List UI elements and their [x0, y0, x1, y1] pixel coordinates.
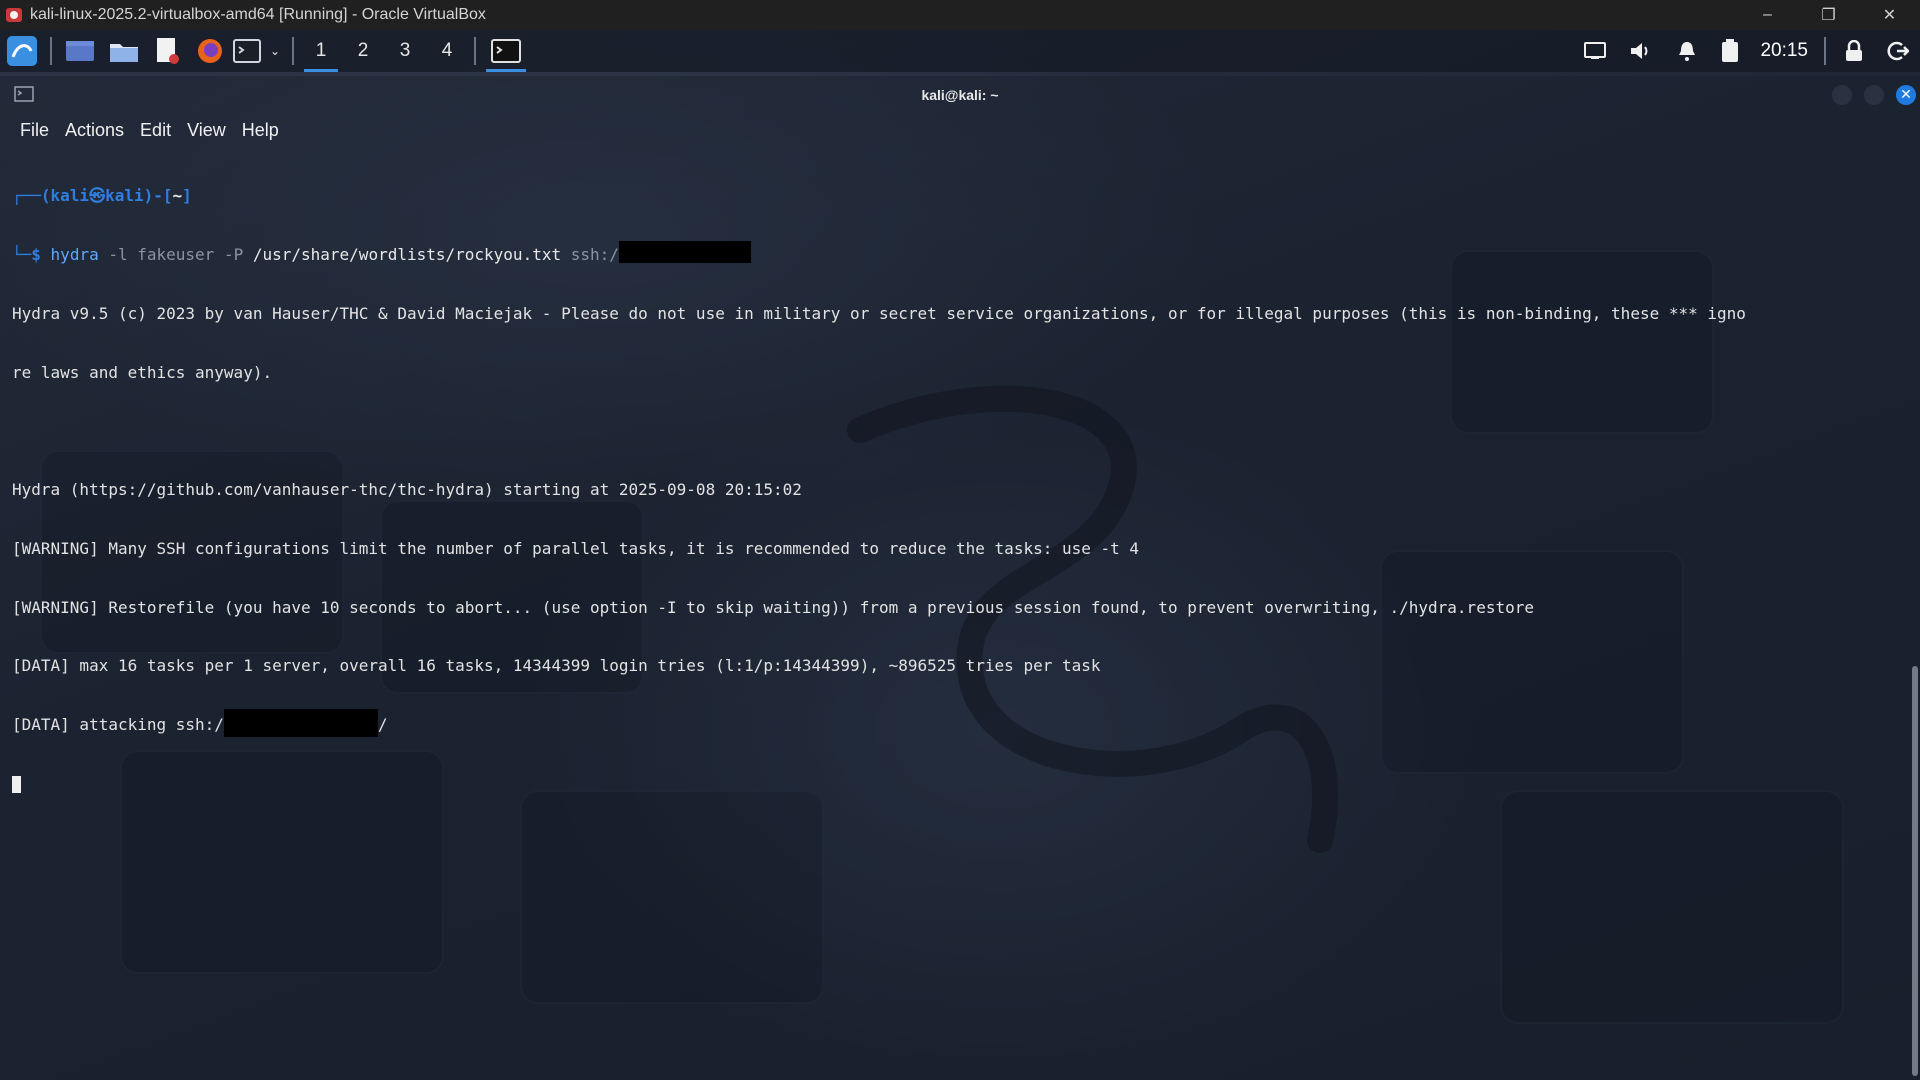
close-window-button[interactable]: ✕	[1896, 85, 1916, 105]
volume-icon[interactable]	[1618, 30, 1664, 72]
command-path: /usr/share/wordlists/rockyou.txt	[252, 244, 562, 264]
command-args: -l fakeuser -P	[98, 244, 253, 264]
menu-edit[interactable]: Edit	[132, 120, 179, 141]
panel-separator	[1824, 37, 1826, 65]
terminal-task-icon[interactable]	[482, 30, 530, 72]
chevron-down-icon[interactable]: ⌄	[264, 30, 286, 72]
minimize-window-button[interactable]	[1832, 85, 1852, 105]
redacted-target	[618, 240, 751, 263]
terminal-window[interactable]: kali@kali: ~ ✕ File Actions Edit View He…	[0, 76, 1920, 1080]
system-tray: 20:15	[1572, 30, 1920, 72]
output-line: [WARNING] Restorefile (you have 10 secon…	[12, 597, 1534, 617]
workspace-4[interactable]: 4	[426, 30, 468, 72]
firefox-icon[interactable]	[190, 30, 230, 72]
prompt-cwd: ~	[172, 186, 183, 206]
host-titlebar: kali-linux-2025.2-virtualbox-amd64 [Runn…	[0, 0, 1920, 30]
output-line: [WARNING] Many SSH configurations limit …	[12, 538, 1140, 558]
restore-button[interactable]: ❐	[1798, 0, 1859, 30]
lock-icon[interactable]	[1832, 30, 1876, 72]
workspace-3[interactable]: 3	[384, 30, 426, 72]
clock[interactable]: 20:15	[1750, 40, 1818, 62]
close-button[interactable]: ✕	[1859, 0, 1920, 30]
command-target-prefix: ssh:/	[561, 244, 619, 264]
redacted-target	[223, 709, 378, 738]
prompt-dollar: $	[31, 244, 41, 264]
terminal-icon[interactable]	[230, 30, 264, 72]
cursor-line	[12, 774, 1902, 794]
output-line: Hydra v9.5 (c) 2023 by van Hauser/THC & …	[12, 303, 1746, 323]
menu-view[interactable]: View	[179, 120, 234, 141]
kali-menu-icon[interactable]	[0, 30, 44, 72]
prompt-end: ]	[182, 186, 192, 206]
workspace-1[interactable]: 1	[300, 30, 342, 72]
text-cursor	[12, 776, 21, 793]
output-line: [DATA] max 16 tasks per 1 server, overal…	[12, 656, 1101, 676]
panel-separator	[50, 37, 52, 65]
workspace-2[interactable]: 2	[342, 30, 384, 72]
file-manager-icon[interactable]	[102, 30, 146, 72]
top-panel: ⌄ 1 2 3 4 20:15	[0, 30, 1920, 72]
minimize-button[interactable]: –	[1737, 0, 1798, 30]
attacking-prefix: [DATA] attacking ssh:/	[12, 715, 224, 735]
battery-icon[interactable]	[1710, 30, 1750, 72]
attacking-suffix: /	[377, 715, 388, 735]
prompt-mid: )-[	[143, 186, 173, 206]
virtualbox-icon	[6, 8, 22, 22]
logout-icon[interactable]	[1876, 30, 1920, 72]
terminal-menubar: File Actions Edit View Help	[0, 114, 1920, 146]
terminal-title: kali@kali: ~	[921, 87, 999, 103]
attacking-line: [DATA] attacking ssh:/ /	[12, 709, 1902, 738]
menu-actions[interactable]: Actions	[57, 120, 132, 141]
menu-file[interactable]: File	[12, 120, 57, 141]
menu-help[interactable]: Help	[234, 120, 287, 141]
panel-separator	[292, 37, 294, 65]
output-line: Hydra (https://github.com/vanhauser-thc/…	[12, 480, 802, 500]
terminal-output[interactable]: ┌──(kali㉿kali)-[~] └─$ hydra -l fakeuser…	[12, 147, 1902, 1077]
prompt-open: ┌──(	[12, 186, 51, 206]
terminal-scrollbar[interactable]	[1912, 666, 1918, 1076]
panel-separator	[474, 37, 476, 65]
maximize-window-button[interactable]	[1864, 85, 1884, 105]
text-editor-icon[interactable]	[146, 30, 190, 72]
display-icon[interactable]	[1572, 30, 1618, 72]
guest-screen: ⌄ 1 2 3 4 20:15 kali@kali: ~ ✕ File Acti…	[0, 30, 1920, 1080]
terminal-titlebar[interactable]: kali@kali: ~ ✕	[0, 76, 1920, 114]
prompt-line: ┌──(kali㉿kali)-[~]	[12, 186, 1902, 206]
prompt-bottom: └─	[12, 244, 32, 264]
output-line: re laws and ethics anyway).	[12, 362, 273, 382]
command-name: hydra	[50, 244, 99, 264]
show-desktop-icon[interactable]	[58, 30, 102, 72]
prompt-user: kali㉿kali	[50, 186, 144, 206]
host-window-title: kali-linux-2025.2-virtualbox-amd64 [Runn…	[30, 6, 486, 23]
bell-icon[interactable]	[1664, 30, 1710, 72]
command-line: └─$ hydra -l fakeuser -P /usr/share/word…	[12, 240, 1902, 265]
